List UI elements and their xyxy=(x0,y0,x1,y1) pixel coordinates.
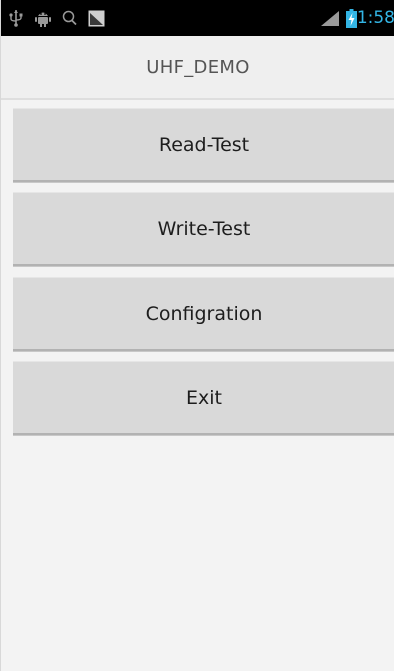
title-bar: UHF_DEMO xyxy=(1,36,394,100)
battery-charging-icon xyxy=(345,8,357,28)
read-test-label: Read-Test xyxy=(158,133,250,156)
search-icon xyxy=(61,9,77,27)
write-test-button[interactable]: Write-Test xyxy=(13,192,394,266)
configuration-button[interactable]: Configration xyxy=(13,277,394,351)
exit-button[interactable]: Exit xyxy=(13,361,394,435)
android-debug-icon xyxy=(34,9,52,27)
read-test-button[interactable]: Read-Test xyxy=(13,108,394,182)
app-screen: 1:58 UHF_DEMO Read-Test Write-Test Confi… xyxy=(0,0,394,671)
status-clock: 1:58 xyxy=(356,8,394,28)
configuration-label: Configration xyxy=(145,302,263,325)
signal-icon xyxy=(319,9,341,27)
exit-label: Exit xyxy=(186,386,222,409)
write-test-label: Write-Test xyxy=(157,217,251,240)
status-bar: 1:58 xyxy=(1,0,394,36)
usb-icon xyxy=(8,9,24,27)
page-title: UHF_DEMO xyxy=(146,56,250,78)
screenshot-icon xyxy=(87,9,105,27)
